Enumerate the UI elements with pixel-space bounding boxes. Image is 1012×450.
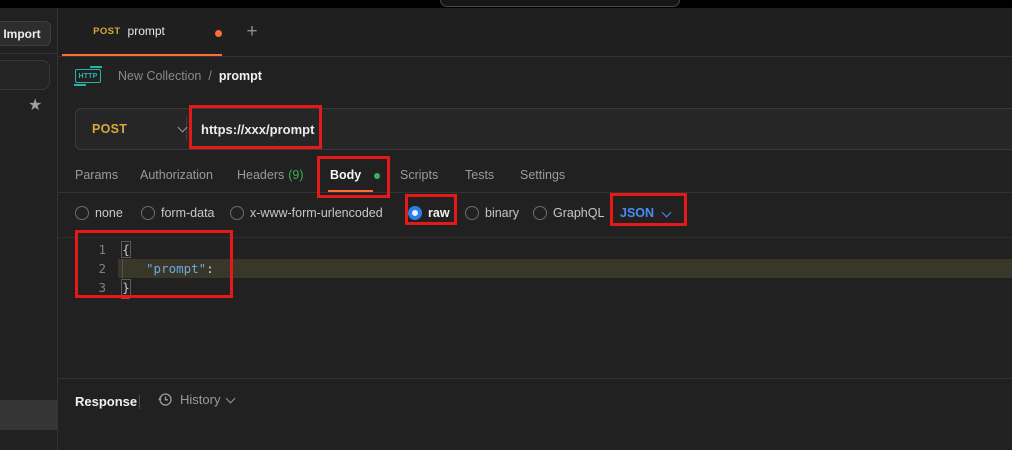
tab-scripts[interactable]: Scripts — [400, 160, 438, 193]
radio-none-label: none — [95, 206, 123, 220]
tab-settings[interactable]: Settings — [520, 160, 565, 193]
history-label: History — [180, 392, 220, 407]
http-request-icon: HTTP — [75, 69, 101, 83]
radio-binary[interactable]: binary — [465, 206, 519, 220]
indent-guide — [122, 259, 123, 278]
app-header-strip — [0, 0, 1012, 8]
method-url-divider — [186, 117, 187, 141]
line-number: 2 — [88, 259, 106, 278]
radio-none[interactable]: none — [75, 206, 123, 220]
method-dropdown-value: POST — [92, 122, 127, 136]
line-number: 3 — [88, 278, 106, 297]
radio-form-data-label: form-data — [161, 206, 215, 220]
method-dropdown[interactable]: POST — [76, 109, 186, 149]
radio-raw-label: raw — [428, 206, 450, 220]
sidebar: Import ★ — [0, 8, 58, 450]
radio-circle-icon — [533, 206, 547, 220]
breadcrumb-current: prompt — [219, 69, 262, 83]
open-brace-token: { — [121, 241, 131, 258]
open-request-tab[interactable]: POST prompt — [62, 8, 222, 56]
breadcrumb: HTTP New Collection / prompt — [58, 57, 1012, 95]
tab-authorization[interactable]: Authorization — [140, 160, 213, 193]
sidebar-divider — [0, 53, 58, 54]
tab-body[interactable]: Body — [330, 160, 361, 193]
tab-headers[interactable]: Headers (9) — [237, 160, 304, 193]
new-tab-button[interactable]: + — [240, 20, 264, 44]
body-type-row: none form-data x-www-form-urlencoded raw… — [58, 193, 1012, 237]
unsaved-changes-dot — [215, 30, 222, 37]
close-brace-token: } — [121, 279, 131, 296]
language-dropdown-value: JSON — [620, 206, 654, 220]
active-line-highlight — [118, 259, 1012, 278]
radio-graphql[interactable]: GraphQL — [533, 206, 604, 220]
breadcrumb-separator: / — [208, 69, 211, 83]
star-icon[interactable]: ★ — [28, 98, 42, 114]
history-dropdown[interactable]: History — [158, 392, 234, 407]
tab-params[interactable]: Params — [75, 160, 118, 193]
main-panel: POST prompt + HTTP New Collection / prom… — [58, 8, 1012, 450]
request-tab-bar: POST prompt + — [58, 8, 1012, 57]
header-search-box[interactable] — [440, 0, 680, 7]
tab-tests[interactable]: Tests — [465, 160, 494, 193]
headers-count-badge: (9) — [288, 168, 303, 182]
code-line-prompt: "prompt": — [146, 259, 214, 278]
body-content-dot — [374, 173, 380, 179]
breadcrumb-collection[interactable]: New Collection — [118, 69, 201, 83]
url-input[interactable]: https://xxx/prompt — [201, 122, 314, 137]
sidebar-search-box[interactable] — [0, 60, 50, 90]
radio-circle-icon — [75, 206, 89, 220]
tab-method-badge: POST — [93, 26, 120, 37]
history-clock-icon — [158, 392, 173, 407]
url-container: POST https://xxx/prompt — [75, 108, 1012, 150]
radio-circle-icon — [465, 206, 479, 220]
import-button-label: Import — [3, 27, 40, 41]
radio-x-www-form-urlencoded[interactable]: x-www-form-urlencoded — [230, 206, 383, 220]
json-key-token: "prompt" — [146, 261, 206, 276]
syntax-error-mark — [121, 296, 130, 299]
response-title: Response — [75, 394, 137, 409]
radio-form-data[interactable]: form-data — [141, 206, 215, 220]
chevron-down-icon — [662, 207, 672, 217]
colon-token: : — [206, 261, 214, 276]
language-dropdown[interactable]: JSON — [620, 206, 670, 220]
active-tab-underline — [328, 190, 373, 192]
chevron-down-icon — [226, 394, 236, 404]
radio-raw[interactable]: raw — [408, 206, 450, 220]
tab-title: prompt — [128, 24, 165, 38]
sidebar-footer-block — [0, 400, 58, 430]
line-number: 1 — [88, 240, 106, 259]
response-section: Response History — [58, 378, 1012, 450]
body-code-editor[interactable]: 1 2 3 { "prompt": } — [58, 237, 1012, 378]
tab-headers-label: Headers — [237, 168, 284, 182]
radio-graphql-label: GraphQL — [553, 206, 604, 220]
request-section-tabs: Params Authorization Headers (9) Body Scr… — [58, 160, 1012, 193]
url-row: POST https://xxx/prompt — [58, 95, 1012, 160]
radio-urlencoded-label: x-www-form-urlencoded — [250, 206, 383, 220]
radio-binary-label: binary — [485, 206, 519, 220]
radio-circle-icon — [141, 206, 155, 220]
response-divider — [139, 395, 140, 409]
radio-circle-icon — [230, 206, 244, 220]
radio-selected-icon — [408, 206, 422, 220]
import-button[interactable]: Import — [0, 21, 51, 46]
